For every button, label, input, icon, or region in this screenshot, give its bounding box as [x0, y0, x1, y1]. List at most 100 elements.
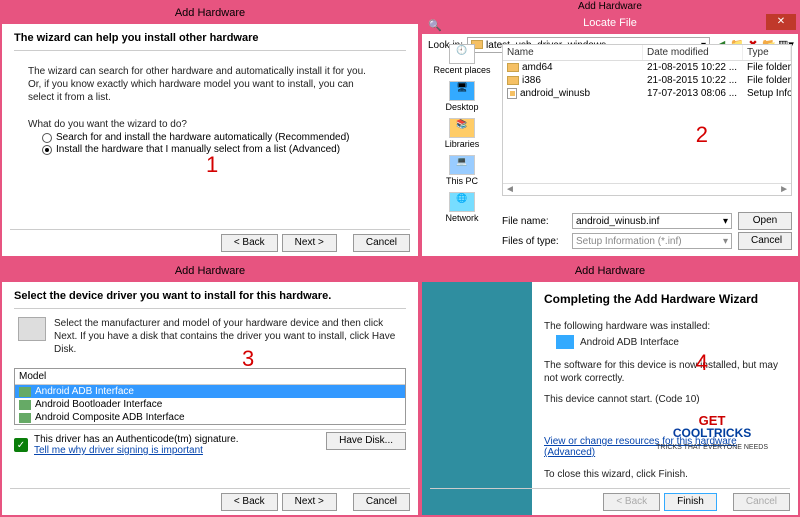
wizard-body: Select the device driver you want to ins… — [2, 282, 418, 364]
network-icon: 🌐 — [449, 192, 475, 212]
file-list[interactable]: Name Date modified Type amd64 21-08-2015 … — [502, 44, 792, 196]
signing-info-link[interactable]: Tell me why driver signing is important — [34, 445, 239, 456]
place-label: Network — [445, 213, 478, 223]
install-note: The software for this device is now inst… — [544, 359, 786, 385]
chevron-down-icon: ▾ — [723, 216, 728, 227]
filter-combo[interactable]: Setup Information (*.inf)▾ — [572, 233, 732, 249]
file-row[interactable]: i386 21-08-2015 10:22 ...File folder — [503, 74, 791, 87]
step-number: 2 — [696, 122, 708, 148]
signature-row: ✓ This driver has an Authenticode(tm) si… — [14, 429, 406, 456]
next-button[interactable]: Next > — [282, 493, 337, 511]
panel-step-3: Add Hardware Select the device driver yo… — [0, 258, 420, 517]
place-desktop[interactable]: 🖥Desktop — [445, 81, 478, 112]
monitor-icon — [556, 335, 574, 349]
place-thispc[interactable]: 💻This PC — [446, 155, 478, 186]
finish-button[interactable]: Finish — [664, 493, 717, 511]
desktop-icon: 🖥 — [449, 81, 475, 101]
wizard-prompt: What do you want the wizard to do? — [28, 118, 406, 131]
filename-value: android_winusb.inf — [576, 216, 659, 227]
model-label: Android ADB Interface — [35, 386, 134, 397]
file-row[interactable]: amd6421-08-2015 10:22 ...File folder — [503, 61, 791, 74]
file-row[interactable]: android_winusb17-07-2013 08:06 ...Setup … — [503, 87, 791, 100]
logo-tagline: TRICKS THAT EVERYONE NEEDS — [656, 444, 768, 451]
step-number: 1 — [206, 152, 218, 178]
driver-icon — [19, 387, 31, 397]
col-name[interactable]: Name — [503, 45, 643, 60]
file-date: 17-07-2013 08:06 ... — [643, 87, 743, 100]
model-item[interactable]: Android Composite ADB Interface — [15, 411, 405, 424]
back-button[interactable]: < Back — [221, 234, 278, 252]
places-bar: 🕘Recent places 🖥Desktop 📚Libraries 💻This… — [426, 44, 498, 250]
file-name: i386 — [522, 75, 541, 86]
next-button[interactable]: Next > — [282, 234, 337, 252]
installed-label: The following hardware was installed: — [544, 320, 786, 333]
driver-icon — [19, 400, 31, 410]
radio-icon — [42, 145, 52, 155]
button-row: < Back Next > Cancel — [10, 488, 410, 511]
radio-label: Search for and install the hardware auto… — [56, 132, 349, 143]
col-date[interactable]: Date modified — [643, 45, 743, 60]
panel-step-2: Add Hardware 🔍 Locate File ✕ Look in: la… — [420, 0, 800, 258]
button-row: < Back Next > Cancel — [10, 229, 410, 252]
back-button: < Back — [603, 493, 660, 511]
place-label: Libraries — [445, 139, 480, 149]
filename-label: File name: — [502, 216, 566, 227]
cancel-button[interactable]: Cancel — [738, 232, 792, 250]
back-button[interactable]: < Back — [221, 493, 278, 511]
h-scrollbar[interactable]: ◄► — [503, 183, 791, 195]
file-list-header: Name Date modified Type — [503, 45, 791, 61]
step-number: 4 — [696, 350, 708, 376]
file-date: 21-08-2015 10:22 ... — [643, 61, 743, 74]
shield-icon: ✓ — [14, 438, 28, 452]
radio-auto[interactable]: Search for and install the hardware auto… — [42, 132, 406, 143]
folder-icon — [507, 76, 519, 85]
model-item[interactable]: Android ADB Interface — [15, 385, 405, 398]
inf-file-icon — [507, 88, 517, 99]
file-name: android_winusb — [520, 88, 590, 99]
place-network[interactable]: 🌐Network — [445, 192, 478, 223]
close-hint: To close this wizard, click Finish. — [544, 468, 786, 481]
cancel-button[interactable]: Cancel — [353, 234, 410, 252]
scroll-left-icon[interactable]: ◄ — [505, 184, 515, 195]
logo-main: OOLTRICKS — [681, 426, 751, 440]
wizard-heading: The wizard can help you install other ha… — [14, 32, 406, 51]
error-text: This device cannot start. (Code 10) — [544, 393, 786, 406]
model-item[interactable]: Android Bootloader Interface — [15, 398, 405, 411]
wizard-heading: Select the device driver you want to ins… — [14, 290, 406, 309]
scroll-right-icon[interactable]: ► — [779, 184, 789, 195]
radio-icon — [42, 133, 52, 143]
model-label: Android Bootloader Interface — [35, 399, 162, 410]
cancel-button[interactable]: Cancel — [353, 493, 410, 511]
file-date: 21-08-2015 10:22 ... — [643, 74, 743, 87]
cancel-button: Cancel — [733, 493, 790, 511]
title-text: Locate File — [583, 17, 637, 29]
file-name: amd64 — [522, 62, 553, 73]
wizard-body: Completing the Add Hardware Wizard The f… — [532, 282, 798, 515]
place-label: Recent places — [433, 65, 490, 75]
filename-input[interactable]: android_winusb.inf ▾ — [572, 213, 732, 229]
libraries-icon: 📚 — [449, 118, 475, 138]
titlebar: Add Hardware — [2, 2, 418, 24]
wizard-description: Select the manufacturer and model of you… — [54, 317, 406, 356]
close-button[interactable]: ✕ — [766, 14, 796, 30]
col-type[interactable]: Type — [743, 45, 791, 60]
model-list[interactable]: Model Android ADB Interface Android Boot… — [14, 368, 406, 425]
titlebar: 🔍 Locate File ✕ — [422, 12, 798, 34]
watermark-logo: GET COOLTRICKS TRICKS THAT EVERYONE NEED… — [656, 414, 768, 451]
filter-value: Setup Information (*.inf) — [576, 236, 682, 247]
file-type: File folder — [743, 74, 791, 87]
wizard-body: The wizard can help you install other ha… — [2, 24, 418, 164]
place-recent[interactable]: 🕘Recent places — [433, 44, 490, 75]
open-button[interactable]: Open — [738, 212, 792, 230]
model-header: Model — [15, 369, 405, 385]
app-icon: 🔍 — [428, 15, 442, 37]
thispc-icon: 💻 — [449, 155, 475, 175]
driver-icon — [19, 413, 31, 423]
radio-manual[interactable]: Install the hardware that I manually sel… — [42, 144, 406, 155]
place-libraries[interactable]: 📚Libraries — [445, 118, 480, 149]
wizard-description: The wizard can search for other hardware… — [28, 65, 368, 104]
wizard-heading: Completing the Add Hardware Wizard — [544, 292, 786, 306]
have-disk-button[interactable]: Have Disk... — [326, 432, 406, 450]
model-label: Android Composite ADB Interface — [35, 412, 185, 423]
titlebar: Add Hardware — [422, 260, 798, 282]
